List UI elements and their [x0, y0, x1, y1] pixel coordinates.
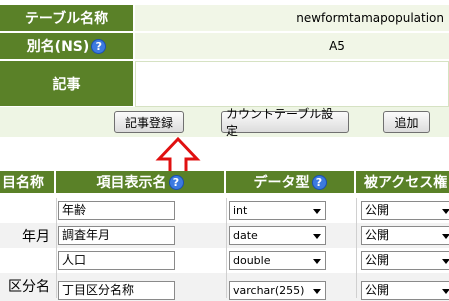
column-divider [356, 273, 357, 298]
column-divider [226, 198, 227, 223]
column-divider [56, 273, 57, 298]
chevron-down-icon [442, 289, 449, 294]
help-icon[interactable]: ? [91, 38, 107, 54]
chevron-down-icon [313, 234, 321, 239]
column-divider [356, 223, 357, 248]
access-select[interactable]: 公開 [361, 281, 449, 300]
alias-value-text: A5 [329, 39, 345, 53]
access-value: 公開 [365, 283, 390, 297]
column-divider [356, 248, 357, 273]
description-label-text: 記事 [52, 76, 81, 93]
data-type-select[interactable]: varchar(255) [229, 281, 326, 300]
access-select[interactable]: 公開 [361, 226, 449, 245]
column-header-item-name: 目名称 [0, 171, 56, 193]
column-divider [226, 223, 227, 248]
item-name-cell: 年月 [22, 228, 50, 245]
access-value: 公開 [365, 228, 390, 242]
alias-label-text: 別名(NS) [26, 39, 90, 55]
help-icon[interactable]: ? [311, 174, 327, 190]
data-type-select[interactable]: date [229, 226, 326, 245]
item-name-cell [0, 248, 56, 273]
table-name-label-text: テーブル名称 [24, 11, 109, 27]
column-divider [356, 198, 357, 223]
column-divider [226, 248, 227, 273]
access-select[interactable]: 公開 [361, 251, 449, 270]
chevron-down-icon [313, 289, 321, 294]
column-header-access: 被アクセス権 [356, 171, 449, 193]
display-name-input[interactable]: 調査年月 [58, 226, 175, 245]
data-type-value: date [233, 229, 258, 242]
table-row: 年齢 int 公開 [0, 198, 449, 223]
column-divider [56, 198, 57, 223]
table-name-value-text: newformtamapopulation [296, 11, 444, 25]
data-type-value: int [233, 204, 248, 217]
display-name-input[interactable]: 丁目区分名称 [58, 281, 175, 300]
display-name-input[interactable]: 人口 [58, 251, 175, 270]
data-type-value: double [233, 254, 271, 267]
column-divider [226, 273, 227, 298]
table-row: 年月 調査年月 date 公開 [0, 223, 449, 248]
item-name-cell [0, 198, 56, 223]
count-table-settings-button[interactable]: カウントテーブル設定 [221, 107, 349, 138]
column-header-display-name-text: 項目表示名 [96, 175, 167, 191]
data-type-select[interactable]: double [229, 251, 326, 270]
column-header-data-type-text: データ型 [253, 175, 310, 191]
description-label: 記事 [0, 61, 133, 107]
chevron-down-icon [313, 259, 321, 264]
column-header-item-name-text: 目名称 [2, 175, 44, 191]
table-row: 区分名 丁目区分名称 varchar(255) 公開 [0, 273, 449, 301]
access-value: 公開 [365, 253, 390, 267]
help-icon[interactable]: ? [168, 174, 184, 190]
alias-label: 別名(NS) ? [0, 33, 133, 60]
access-value: 公開 [365, 203, 390, 217]
table-name-label: テーブル名称 [0, 5, 133, 32]
column-header-data-type: データ型 ? [226, 171, 356, 193]
column-header-access-text: 被アクセス権 [364, 175, 448, 191]
column-header-display-name: 項目表示名 ? [56, 171, 226, 193]
chevron-down-icon [442, 234, 449, 239]
data-type-select[interactable]: int [229, 201, 326, 220]
item-name-cell: 区分名 [8, 278, 50, 295]
table-row: 人口 double 公開 [0, 248, 449, 273]
alias-value: A5 [135, 33, 449, 60]
access-select[interactable]: 公開 [361, 201, 449, 220]
chevron-down-icon [442, 209, 449, 214]
register-description-button[interactable]: 記事登録 [114, 111, 184, 133]
add-button[interactable]: 追加 [383, 111, 430, 133]
chevron-down-icon [313, 209, 321, 214]
table-name-value: newformtamapopulation [135, 5, 449, 32]
column-divider [56, 223, 57, 248]
display-name-input[interactable]: 年齢 [58, 201, 175, 220]
description-textarea[interactable] [135, 61, 449, 107]
column-divider [56, 248, 57, 273]
data-type-value: varchar(255) [233, 284, 305, 297]
chevron-down-icon [442, 259, 449, 264]
